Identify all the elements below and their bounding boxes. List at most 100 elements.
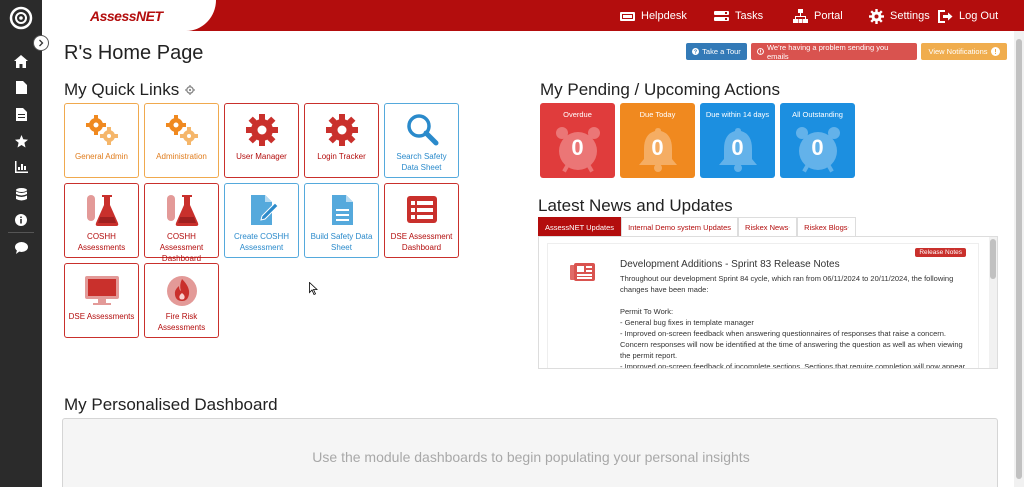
settings-label: Settings	[890, 10, 930, 22]
portal-label: Portal	[814, 10, 843, 22]
settings-link[interactable]: Settings	[869, 8, 930, 24]
view-notifications-label: View Notifications	[928, 47, 988, 56]
page-scrollbar[interactable]	[1014, 31, 1024, 487]
due-within-14-days-card[interactable]: Due within 14 days 0	[700, 103, 775, 178]
tasks-label: Tasks	[735, 10, 764, 22]
tab-internal-demo-updates[interactable]: Internal Demo system Updates	[621, 217, 739, 237]
helpdesk-icon	[620, 11, 635, 21]
quick-link-general-admin[interactable]: General Admin	[64, 103, 139, 178]
all-outstanding-card[interactable]: All Outstanding 0	[780, 103, 855, 178]
tab-label: Riskex Blogs	[804, 223, 848, 232]
quick-link-dse-assessment-dashboard[interactable]: DSE Assessment Dashboard	[384, 183, 459, 258]
due-within-14-days-label: Due within 14 days	[705, 110, 770, 119]
news-panel: Release Notes Development Additions - Sp…	[538, 236, 998, 369]
tile-label: Create COSHH Assessment	[233, 232, 290, 252]
tile-label: Administration	[156, 152, 207, 161]
tasks-link[interactable]: Tasks	[714, 8, 763, 24]
quick-link-build-safety-data-sheet[interactable]: Build Safety Data Sheet	[304, 183, 379, 258]
logout-link[interactable]: Log Out	[938, 8, 998, 24]
mouse-cursor-icon	[309, 281, 319, 300]
gears-icon	[82, 113, 122, 147]
tile-label: Fire Risk Assessments	[157, 312, 206, 332]
quick-links-settings-icon[interactable]	[185, 85, 196, 95]
alarm-clock-icon: 0	[554, 125, 602, 173]
alert-icon	[757, 48, 764, 55]
tab-label: Riskex News	[745, 223, 789, 232]
reports-icon[interactable]	[12, 158, 30, 176]
svg-text:?: ?	[694, 50, 697, 55]
sidebar-collapse-button[interactable]	[33, 35, 49, 51]
quick-link-coshh-assessments[interactable]: COSHH Assessments	[64, 183, 139, 258]
sidebar-divider	[8, 232, 34, 233]
quick-link-login-tracker[interactable]: Login Tracker	[304, 103, 379, 178]
news-tabs: AssessNET Updates Internal Demo system U…	[538, 217, 857, 237]
all-outstanding-count: 0	[811, 135, 824, 160]
info-circle-icon	[990, 47, 1000, 56]
tile-label: General Admin	[75, 152, 128, 161]
pending-actions-heading: My Pending / Upcoming Actions	[540, 80, 781, 99]
news-paragraph: Throughout our development Sprint 84 cyc…	[620, 274, 954, 294]
tile-label: Build Safety Data Sheet	[310, 232, 373, 252]
brand-suffix-text: NET	[136, 8, 163, 24]
gear-icon	[869, 8, 884, 24]
home-icon[interactable]	[12, 52, 30, 70]
gears-icon	[162, 113, 202, 147]
tab-riskex-blogs[interactable]: Riskex Blogs ◦	[797, 217, 857, 237]
quick-link-coshh-assessment-dashboard[interactable]: COSHH Assessment Dashboard	[144, 183, 219, 263]
news-paragraph: - Improved on-screen feedback of incompl…	[620, 362, 966, 369]
list-icon	[402, 193, 442, 227]
documents-icon[interactable]	[12, 105, 30, 123]
brand-main-text: Assess	[90, 8, 137, 24]
page-scrollbar-thumb[interactable]	[1016, 39, 1022, 479]
quick-link-administration[interactable]: Administration	[144, 103, 219, 178]
quick-link-create-coshh-assessment[interactable]: Create COSHH Assessment	[224, 183, 299, 258]
tile-label: DSE Assessment Dashboard	[390, 232, 453, 252]
info-icon[interactable]	[12, 211, 30, 229]
quick-link-fire-risk-assessments[interactable]: Fire Risk Assessments	[144, 263, 219, 338]
tile-label: Search Safety Data Sheet	[396, 152, 447, 172]
external-link-icon: ◦	[847, 224, 850, 231]
quick-links-heading: My Quick Links	[64, 80, 196, 100]
tile-label: DSE Assessments	[68, 312, 135, 321]
view-notifications-button[interactable]: View Notifications	[921, 43, 1007, 60]
quick-link-user-manager[interactable]: User Manager	[224, 103, 299, 178]
tab-label: AssessNET Updates	[545, 223, 615, 232]
tab-riskex-news[interactable]: Riskex News ◦	[738, 217, 798, 237]
news-title[interactable]: Development Additions - Sprint 83 Releas…	[620, 259, 840, 270]
news-scrollbar[interactable]	[989, 237, 997, 368]
news-scrollbar-thumb[interactable]	[990, 239, 996, 279]
all-outstanding-label: All Outstanding	[792, 110, 843, 119]
logout-label: Log Out	[959, 10, 999, 22]
portal-link[interactable]: Portal	[793, 8, 843, 24]
question-icon: ?	[692, 48, 700, 55]
flask-icon	[82, 193, 122, 227]
helpdesk-link[interactable]: Helpdesk	[620, 8, 687, 24]
overdue-count: 0	[571, 135, 584, 160]
overdue-card[interactable]: Overdue 0	[540, 103, 615, 178]
bell-icon: 0	[634, 125, 682, 173]
news-body: Throughout our development Sprint 84 cyc…	[620, 273, 970, 369]
due-within-14-days-count: 0	[731, 135, 744, 160]
brand-logo[interactable]: AssessNET	[90, 8, 163, 24]
news-paragraph	[620, 295, 970, 306]
take-tour-button[interactable]: ? Take a Tour	[686, 43, 747, 60]
email-problem-button[interactable]: We're having a problem sending you email…	[751, 43, 917, 61]
database-icon[interactable]	[12, 185, 30, 203]
external-link-icon: ◦	[788, 224, 791, 231]
quick-link-dse-assessments[interactable]: DSE Assessments	[64, 263, 139, 338]
document-icon[interactable]	[12, 78, 30, 96]
tasks-icon	[714, 10, 729, 21]
app-logo-icon[interactable]	[9, 6, 33, 30]
search-icon	[402, 113, 442, 147]
due-today-card[interactable]: Due Today 0	[620, 103, 695, 178]
tile-label: COSHH Assessment Dashboard	[159, 232, 204, 263]
quick-link-search-safety-data-sheet[interactable]: Search Safety Data Sheet	[384, 103, 459, 178]
star-icon[interactable]	[12, 132, 30, 150]
logout-icon	[938, 9, 953, 23]
tile-label: Login Tracker	[317, 152, 366, 161]
tab-label: Internal Demo system Updates	[628, 223, 732, 232]
news-paragraph: - Improved on-screen feedback when answe…	[620, 329, 963, 360]
due-today-count: 0	[651, 135, 664, 160]
chat-icon[interactable]	[12, 239, 30, 257]
tab-assessnet-updates[interactable]: AssessNET Updates	[538, 217, 622, 237]
